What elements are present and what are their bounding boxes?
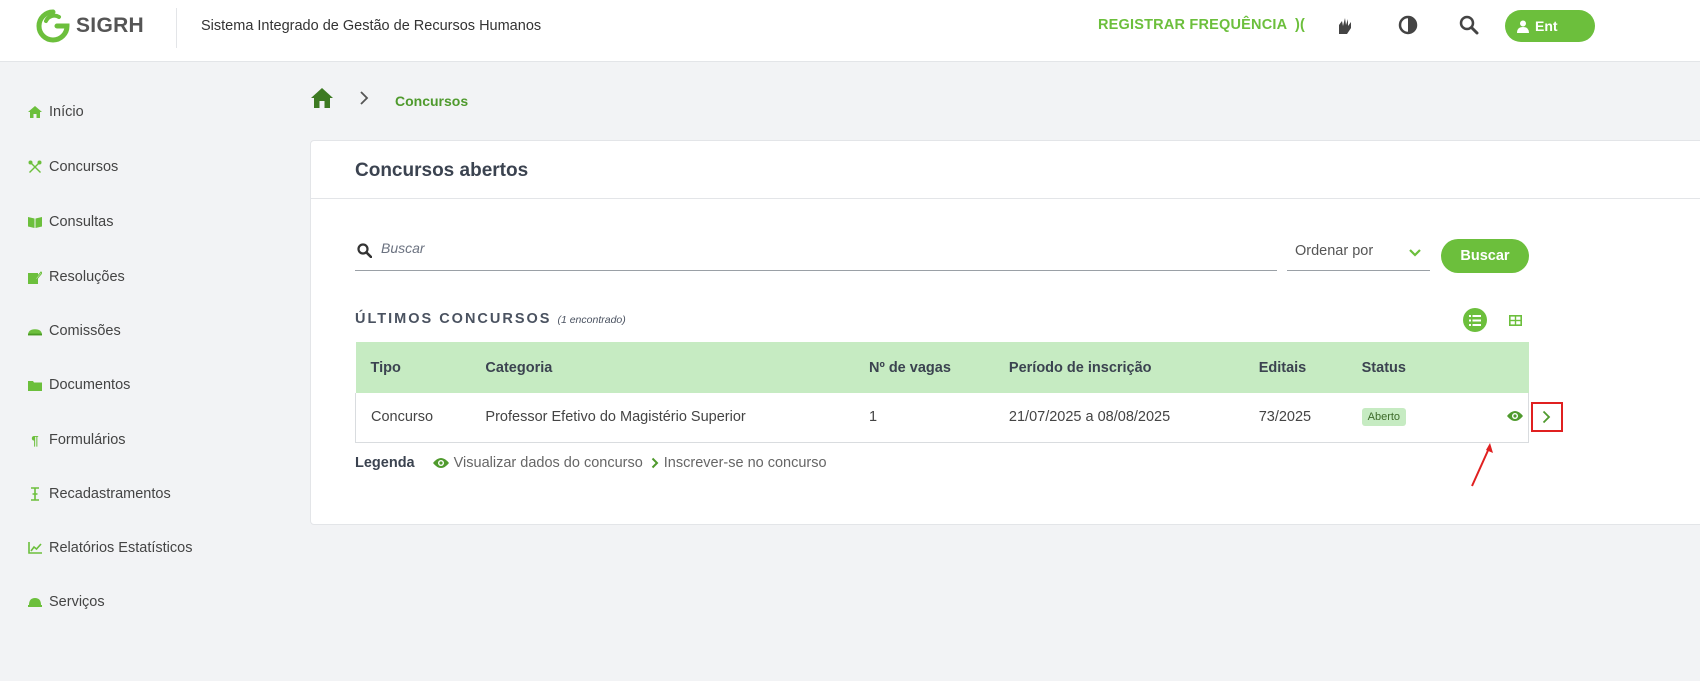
legend-view-text: Visualizar dados do concurso bbox=[453, 455, 643, 471]
logo-text: SIGRH bbox=[76, 14, 145, 37]
sidebar-item-label: Formulários bbox=[49, 432, 126, 448]
annotation-arrow-icon bbox=[1471, 443, 1493, 487]
sidebar-item-formularios[interactable]: ¶ Formulários bbox=[28, 432, 126, 448]
legend-item-view: Visualizar dados do concurso bbox=[432, 455, 643, 471]
user-icon bbox=[1517, 20, 1529, 33]
sidebar-item-relatorios[interactable]: Relatórios Estatísticos bbox=[28, 540, 192, 556]
sigrh-logo-icon bbox=[36, 9, 70, 43]
enter-button[interactable]: Ent bbox=[1505, 10, 1595, 42]
sidebar-item-label: Consultas bbox=[49, 214, 114, 230]
view-contest-eye-icon[interactable] bbox=[1506, 410, 1523, 426]
sidebar: Início Concursos Consultas Resoluções Co… bbox=[0, 62, 290, 681]
enroll-contest-button[interactable] bbox=[1530, 402, 1563, 432]
edit-document-icon bbox=[28, 270, 42, 284]
eye-icon bbox=[432, 458, 449, 468]
text-cursor-icon bbox=[28, 487, 42, 501]
legend: Legenda Visualizar dados do concurso Ins… bbox=[355, 455, 835, 471]
cell-categoria: Professor Efetivo do Magistério Superior bbox=[485, 393, 870, 443]
order-by-select[interactable]: Ordenar por bbox=[1287, 231, 1430, 271]
top-bar: SIGRH Sistema Integrado de Gestão de Rec… bbox=[0, 0, 1700, 62]
register-frequency-link[interactable]: REGISTRAR FREQUÊNCIA )( bbox=[1098, 17, 1305, 33]
search-icon bbox=[357, 243, 373, 263]
column-header-periodo: Período de inscrição bbox=[1008, 342, 1259, 393]
column-header-editais: Editais bbox=[1258, 342, 1362, 393]
legend-item-enroll: Inscrever-se no concurso bbox=[651, 455, 827, 471]
sidebar-item-label: Recadastramentos bbox=[49, 486, 171, 502]
sidebar-item-comissoes[interactable]: Comissões bbox=[28, 323, 121, 339]
column-header-vagas: Nº de vagas bbox=[869, 342, 1009, 393]
chart-line-icon bbox=[28, 541, 42, 555]
search-button[interactable]: Buscar bbox=[1441, 239, 1529, 273]
cell-vagas: 1 bbox=[869, 393, 1009, 443]
grid-view-toggle[interactable] bbox=[1507, 312, 1523, 328]
sidebar-item-label: Comissões bbox=[49, 323, 121, 339]
folder-icon bbox=[28, 378, 42, 392]
home-icon bbox=[28, 105, 42, 119]
sidebar-item-label: Serviços bbox=[49, 594, 105, 610]
card-header: Concursos abertos bbox=[311, 141, 1700, 199]
sidebar-item-label: Relatórios Estatísticos bbox=[49, 540, 193, 556]
search-field bbox=[355, 231, 1277, 271]
sidebar-item-label: Início bbox=[49, 104, 84, 120]
sidebar-item-documentos[interactable]: Documentos bbox=[28, 377, 130, 393]
cell-periodo: 21/07/2025 a 08/08/2025 bbox=[1008, 393, 1259, 443]
system-name: Sistema Integrado de Gestão de Recursos … bbox=[201, 18, 542, 34]
sidebar-item-inicio[interactable]: Início bbox=[28, 104, 84, 120]
sidebar-item-label: Concursos bbox=[49, 159, 119, 175]
breadcrumb-current[interactable]: Concursos bbox=[395, 93, 468, 109]
sidebar-item-consultas[interactable]: Consultas bbox=[28, 214, 113, 230]
table-header-row: Tipo Categoria Nº de vagas Período de in… bbox=[355, 342, 1529, 393]
column-header-status: Status bbox=[1361, 342, 1449, 393]
service-bell-icon bbox=[28, 595, 42, 609]
sidebar-item-concursos[interactable]: Concursos bbox=[28, 159, 118, 175]
sidebar-item-resolucoes[interactable]: Resoluções bbox=[28, 269, 125, 285]
section-title-text: ÚLTIMOS CONCURSOS bbox=[355, 311, 552, 327]
header-divider bbox=[176, 8, 177, 48]
table-row: Concurso Professor Efetivo do Magistério… bbox=[355, 393, 1563, 443]
book-icon bbox=[28, 215, 42, 229]
column-header-categoria: Categoria bbox=[485, 342, 870, 393]
column-header-tipo: Tipo bbox=[355, 342, 486, 393]
breadcrumb-home-icon[interactable] bbox=[311, 88, 333, 113]
chevron-right-icon bbox=[1542, 410, 1551, 424]
status-badge: Aberto bbox=[1361, 408, 1407, 427]
legend-enroll-text: Inscrever-se no concurso bbox=[663, 455, 827, 471]
chevron-right-icon bbox=[651, 457, 659, 469]
people-icon bbox=[28, 324, 42, 338]
list-view-toggle[interactable] bbox=[1463, 308, 1487, 332]
list-icon bbox=[1469, 314, 1481, 326]
chevron-down-icon bbox=[1409, 244, 1421, 262]
contrast-icon[interactable] bbox=[1396, 13, 1420, 37]
sidebar-item-label: Resoluções bbox=[49, 269, 125, 285]
cell-actions bbox=[1448, 393, 1563, 443]
legend-label: Legenda bbox=[355, 455, 415, 471]
enter-label: Ent bbox=[1535, 18, 1558, 34]
chevron-right-icon bbox=[359, 90, 369, 111]
search-input[interactable] bbox=[381, 240, 1261, 256]
sign-language-icon[interactable] bbox=[1333, 13, 1357, 37]
register-frequency-label: REGISTRAR FREQUÊNCIA bbox=[1098, 17, 1287, 33]
cell-status: Aberto bbox=[1361, 393, 1449, 443]
paragraph-icon: ¶ bbox=[31, 432, 39, 448]
sidebar-item-recadastramentos[interactable]: Recadastramentos bbox=[28, 486, 171, 502]
sidebar-item-servicos[interactable]: Serviços bbox=[28, 594, 105, 610]
column-header-actions bbox=[1448, 342, 1529, 393]
cell-editais: 73/2025 bbox=[1258, 393, 1362, 443]
search-icon[interactable] bbox=[1457, 13, 1481, 37]
order-by-label: Ordenar por bbox=[1295, 243, 1374, 259]
tools-icon bbox=[28, 160, 42, 174]
logo[interactable]: SIGRH bbox=[36, 9, 144, 43]
section-title: ÚLTIMOS CONCURSOS (1 encontrado) bbox=[355, 311, 626, 327]
cell-tipo: Concurso bbox=[355, 393, 486, 443]
wifi-signal-icon: )( bbox=[1294, 17, 1306, 33]
contests-table: Tipo Categoria Nº de vagas Período de in… bbox=[355, 342, 1563, 443]
sidebar-item-label: Documentos bbox=[49, 377, 131, 393]
card-title: Concursos abertos bbox=[355, 160, 529, 181]
found-count: (1 encontrado) bbox=[557, 314, 626, 326]
grid-icon bbox=[1508, 314, 1522, 326]
